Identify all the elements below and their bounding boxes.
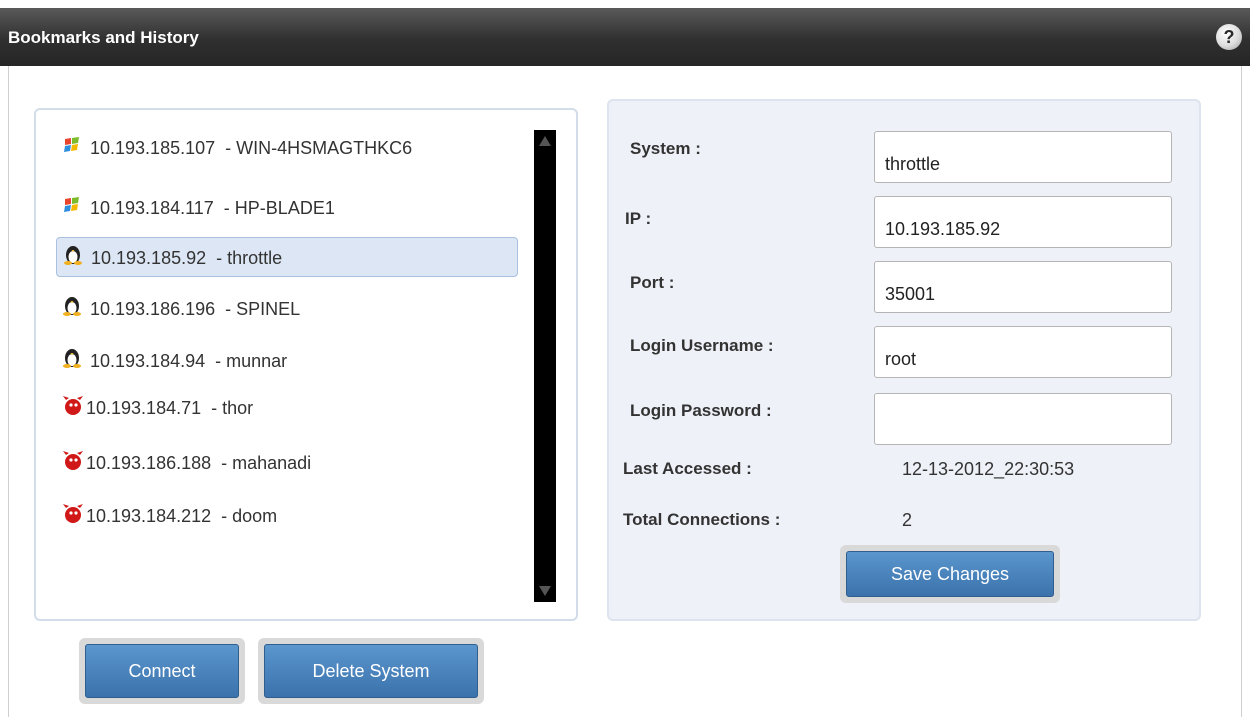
login-password-label: Login Password : [630,401,772,420]
list-scrollbar[interactable] [534,130,556,602]
list-item-ip: 10.193.184.117 [90,198,214,218]
list-item-name: munnar [226,351,288,371]
list-item-ip: 10.193.186.196 [90,299,216,319]
connect-button-frame: Connect [79,638,245,704]
port-field[interactable] [874,261,1172,313]
list-item-ip: 10.193.186.188 [86,453,212,473]
bsd-icon [62,389,86,429]
list-item-name: SPINEL [236,299,301,319]
linux-icon [62,342,90,382]
connect-button[interactable]: Connect [85,644,239,698]
system-details-panel: System : IP : Port : Login Username : Lo… [607,99,1201,621]
page-title: Bookmarks and History [8,28,199,47]
port-label: Port : [630,273,675,292]
list-item[interactable]: 10.193.184.71 - thor [56,388,518,428]
ip-label: IP : [625,209,652,228]
list-item-name: thor [222,398,254,418]
list-item-ip: 10.193.184.94 [90,351,206,371]
system-list: 10.193.185.107 - WIN-4HSMAGTHKC6 10.193.… [34,108,578,621]
list-item-name: doom [232,506,278,526]
list-item[interactable]: 10.193.184.94 - munnar [56,341,518,381]
list-item-ip: 10.193.185.92 [91,248,207,268]
list-item[interactable]: 10.193.184.212 - doom [56,496,518,536]
list-item-name: HP-BLADE1 [234,198,335,218]
linux-icon [63,239,91,279]
total-connections-value: 2 [902,510,913,530]
list-item[interactable]: 10.193.186.188 - mahanadi [56,443,518,483]
bsd-icon [62,444,86,484]
titlebar: Bookmarks and History ? [0,8,1250,66]
scroll-up-arrow-icon[interactable] [539,136,551,146]
login-username-field[interactable] [874,326,1172,378]
windows-icon [62,129,90,169]
list-item[interactable]: 10.193.186.196 - SPINEL [56,289,518,329]
last-accessed-value: 12-13-2012_22:30:53 [902,459,1075,479]
windows-icon [62,189,90,229]
list-item[interactable]: 10.193.185.107 - WIN-4HSMAGTHKC6 [56,128,518,168]
linux-icon [62,290,90,330]
list-item-ip: 10.193.184.212 [86,506,212,526]
delete-system-button[interactable]: Delete System [264,644,478,698]
delete-system-button-frame: Delete System [258,638,484,704]
list-item-ip: 10.193.184.71 [86,398,202,418]
save-changes-button[interactable]: Save Changes [846,551,1054,597]
last-accessed-label: Last Accessed : [623,459,752,478]
login-password-field[interactable] [874,393,1172,445]
list-item-ip: 10.193.185.107 [90,138,216,158]
bsd-icon [62,497,86,537]
system-label: System : [630,139,701,158]
login-username-label: Login Username : [630,336,774,355]
list-item-name: throttle [227,248,283,268]
save-changes-button-frame: Save Changes [840,545,1060,603]
total-connections-label: Total Connections : [623,510,781,529]
list-item[interactable]: 10.193.184.117 - HP-BLADE1 [56,188,518,228]
list-item-name: WIN-4HSMAGTHKC6 [236,138,413,158]
system-field[interactable] [874,131,1172,183]
list-item-name: mahanadi [232,453,312,473]
help-icon[interactable]: ? [1216,24,1242,50]
scroll-down-arrow-icon[interactable] [539,586,551,596]
ip-field[interactable] [874,196,1172,248]
list-item-selected[interactable]: 10.193.185.92 - throttle [56,237,518,277]
